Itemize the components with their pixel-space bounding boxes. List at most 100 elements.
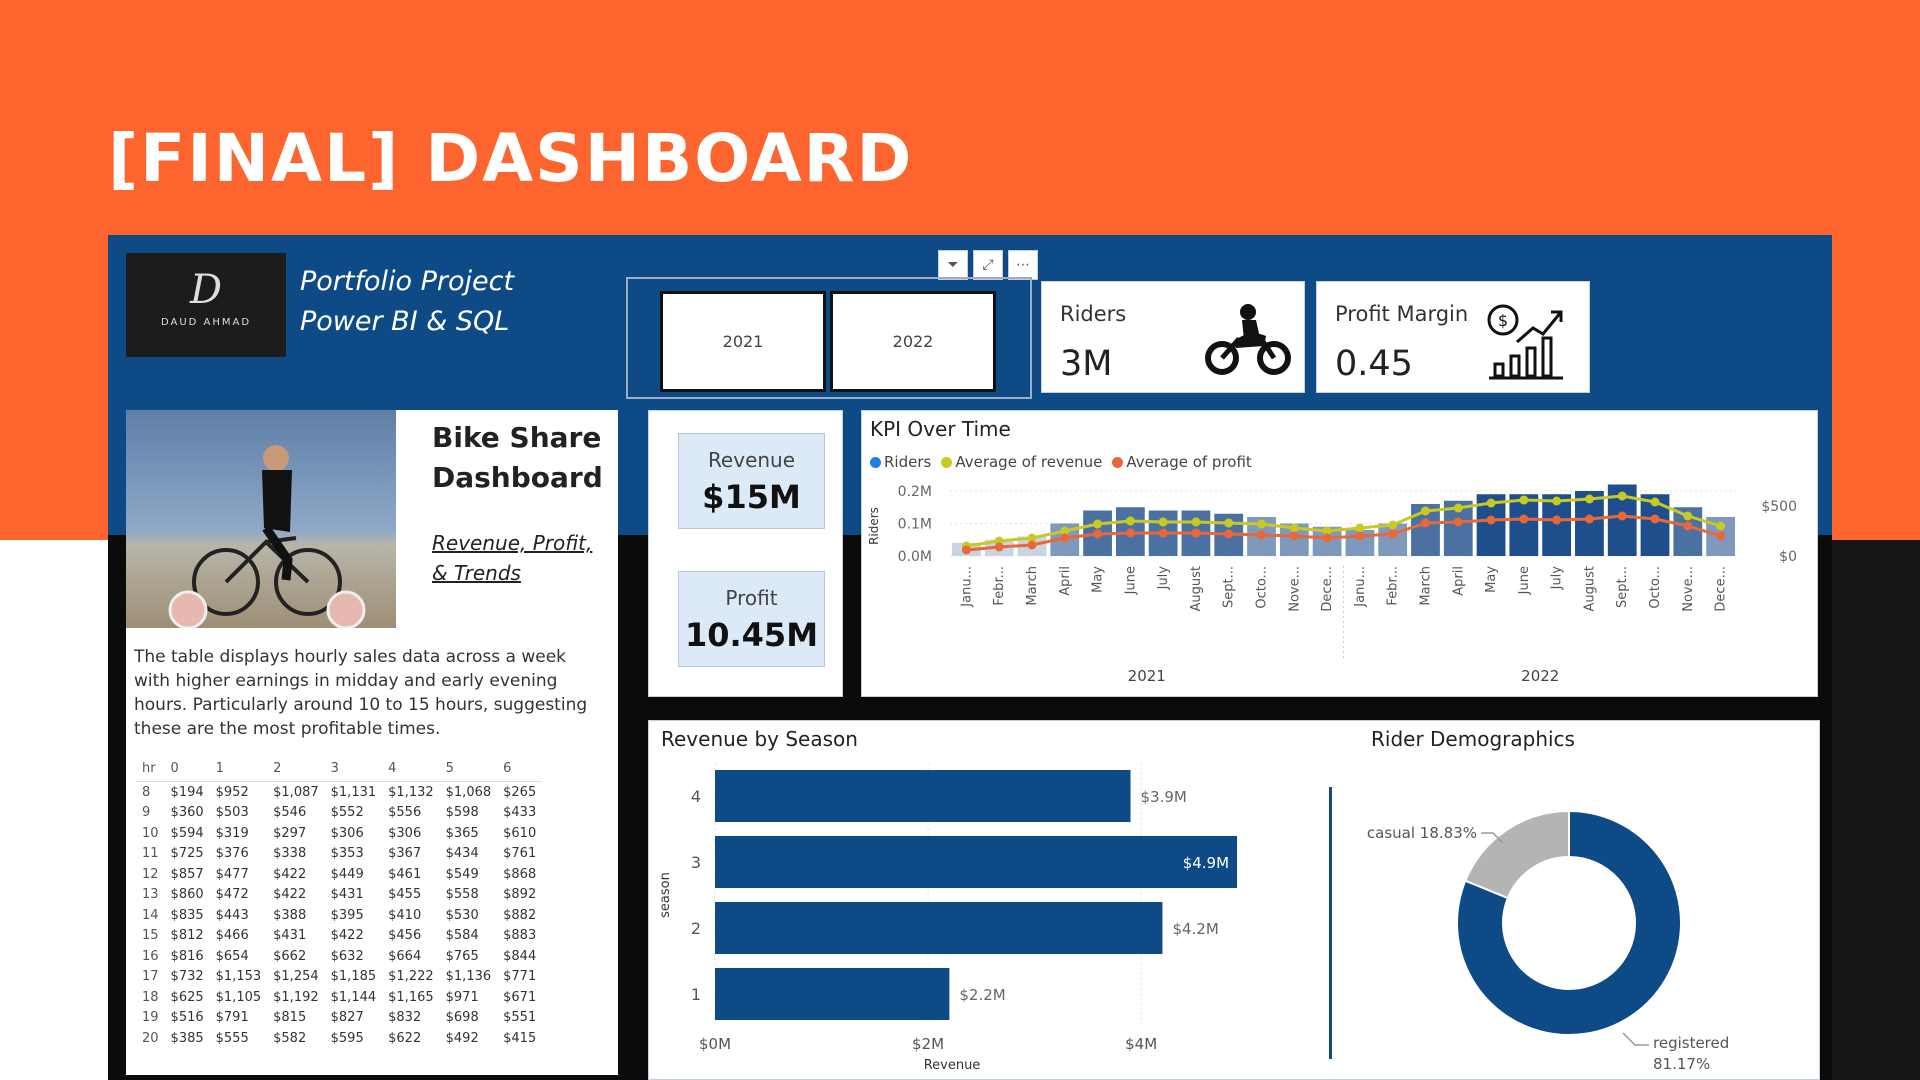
table-row: 11 $725 $376 $338 $353 $367 $434 $761 xyxy=(136,844,542,865)
table-cell: $319 xyxy=(215,825,249,841)
motorcycle-icon xyxy=(1205,304,1291,375)
table-cell: $1,185 xyxy=(330,969,377,985)
panel-divider xyxy=(1329,787,1332,1059)
cyclist-photo xyxy=(126,410,396,630)
more-options-icon[interactable]: ⋯ xyxy=(1008,250,1038,280)
data-label: $2.2M xyxy=(959,986,1005,1004)
table-cell: $194 xyxy=(170,784,204,800)
y-tick-label: 0.0M xyxy=(898,549,932,565)
avg-profit-point xyxy=(1519,514,1529,524)
logo-name: DAUD AHMAD xyxy=(160,317,252,328)
column-header[interactable]: 4 xyxy=(382,755,440,782)
table-cell: $555 xyxy=(215,1030,249,1046)
column-header[interactable]: hr xyxy=(136,755,165,782)
table-cell: $306 xyxy=(388,825,422,841)
column-header[interactable]: 6 xyxy=(497,755,543,782)
table-cell: $265 xyxy=(503,784,537,800)
table-row: 8 $194 $952 $1,087 $1,131 $1,132 $1,068 $265 xyxy=(136,782,542,803)
table-cell: $410 xyxy=(388,907,422,923)
logo: D DAUD AHMAD xyxy=(126,253,286,357)
table-cell: $360 xyxy=(170,805,204,821)
table-cell: $422 xyxy=(330,928,364,944)
column-header[interactable]: 2 xyxy=(267,755,325,782)
slide-title: [FINAL] DASHBOARD xyxy=(108,120,914,197)
hour-cell: 20 xyxy=(142,1030,159,1046)
table-cell: $1,165 xyxy=(388,989,434,1005)
kpi-over-time-panel: KPI Over Time Riders Average of revenue … xyxy=(861,410,1818,697)
table-cell: $595 xyxy=(330,1030,364,1046)
avg-revenue-point xyxy=(1224,518,1234,528)
data-label: $3.9M xyxy=(1141,788,1187,806)
slicer-option-2021[interactable]: 2021 xyxy=(660,291,826,392)
table-cell: $376 xyxy=(215,846,249,862)
profit-margin-card: Profit Margin 0.45 $ xyxy=(1316,281,1590,393)
table-cell: $952 xyxy=(215,784,249,800)
table-cell: $431 xyxy=(330,887,364,903)
riders-card: Riders 3M xyxy=(1041,281,1305,393)
avg-profit-point xyxy=(1289,531,1299,541)
season-chart-title: Revenue by Season xyxy=(661,727,858,751)
x-tick-label: $0M xyxy=(699,1035,731,1053)
table-cell: $449 xyxy=(330,866,364,882)
avg-profit-point xyxy=(1027,540,1037,550)
hourly-sales-table: hr 0 1 2 3 4 5 6 8 $194 $952 $1,087 $1,131 $1,132 $1,… xyxy=(136,755,543,1049)
category-label: 2 xyxy=(691,919,701,938)
table-header: hr 0 1 2 3 4 5 6 xyxy=(136,755,543,782)
column-header[interactable]: 3 xyxy=(324,755,383,782)
table-cell: $1,105 xyxy=(215,989,262,1005)
table-cell: $433 xyxy=(503,805,537,821)
demographics-chart-title: Rider Demographics xyxy=(1371,727,1575,751)
table-cell: $422 xyxy=(273,866,307,882)
avg-profit-point xyxy=(1191,528,1201,538)
table-cell: $815 xyxy=(273,1010,307,1026)
profit-kpi: Profit 10.45M xyxy=(678,571,825,667)
table-cell: $431 xyxy=(273,928,307,944)
avg-profit-point xyxy=(1486,515,1496,525)
column-header[interactable]: 1 xyxy=(209,755,268,782)
registered-percent: 81.17% xyxy=(1653,1055,1710,1073)
table-cell: $654 xyxy=(215,948,249,964)
data-label: $4.2M xyxy=(1172,920,1218,938)
table-row: 9 $360 $503 $546 $552 $556 $598 $433 xyxy=(136,803,542,824)
avg-profit-point xyxy=(1093,529,1103,539)
intro-description: The table displays hourly sales data acr… xyxy=(134,647,588,739)
legend-riders: Riders xyxy=(870,453,931,471)
column-header[interactable]: 0 xyxy=(164,755,210,782)
x-tick-label: May xyxy=(1484,566,1499,593)
column-header[interactable]: 5 xyxy=(439,755,498,782)
legend-avg-profit: Average of profit xyxy=(1112,453,1252,471)
table-cell: $582 xyxy=(273,1030,307,1046)
table-cell: $698 xyxy=(445,1010,479,1026)
table-cell: $892 xyxy=(503,887,537,903)
slicer-toolbar: ⏷ ⤢ ⋯ xyxy=(938,250,1038,280)
avg-revenue-point xyxy=(1453,503,1463,513)
avg-profit-point xyxy=(1355,531,1365,541)
table-cell: $367 xyxy=(388,846,422,862)
table-cell: $1,144 xyxy=(330,989,377,1005)
hour-cell: 17 xyxy=(142,969,159,985)
table-cell: $353 xyxy=(330,846,364,862)
avg-revenue-point xyxy=(1716,521,1726,531)
table-cell: $610 xyxy=(503,825,537,841)
focus-mode-icon[interactable]: ⤢ xyxy=(973,250,1003,280)
registered-leader-line xyxy=(1622,1032,1649,1046)
table-cell: $1,254 xyxy=(273,969,319,985)
table-cell: $530 xyxy=(445,907,479,923)
x-tick-label: $4M xyxy=(1125,1035,1157,1053)
filter-icon[interactable]: ⏷ xyxy=(938,250,968,280)
intro-title: Bike Share Dashboard xyxy=(432,421,603,494)
table-cell: $1,132 xyxy=(388,784,434,800)
year-group-label: 2021 xyxy=(1128,667,1166,685)
table-cell: $477 xyxy=(215,866,249,882)
table-cell: $1,068 xyxy=(445,784,492,800)
intro-panel: Bike Share Dashboard Revenue, Profit, & … xyxy=(126,410,618,1075)
table-row: 16 $816 $654 $662 $632 $664 $765 $844 xyxy=(136,946,542,967)
table-cell: $594 xyxy=(170,825,204,841)
bottom-panel: Revenue by Season $0M $2M $4M Revenue season… xyxy=(648,720,1820,1080)
intro-subtitle-link[interactable]: Revenue, Profit, & Trends xyxy=(432,528,602,588)
x-tick-label: August xyxy=(1582,566,1597,612)
kpi-over-time-chart: 0.0M 0.1M 0.2M Riders $0 $500 Janu... Febr... Ma… xyxy=(867,484,1797,685)
table-cell: $443 xyxy=(215,907,249,923)
avg-revenue-point xyxy=(1683,511,1693,521)
slicer-option-2022[interactable]: 2022 xyxy=(830,291,996,392)
